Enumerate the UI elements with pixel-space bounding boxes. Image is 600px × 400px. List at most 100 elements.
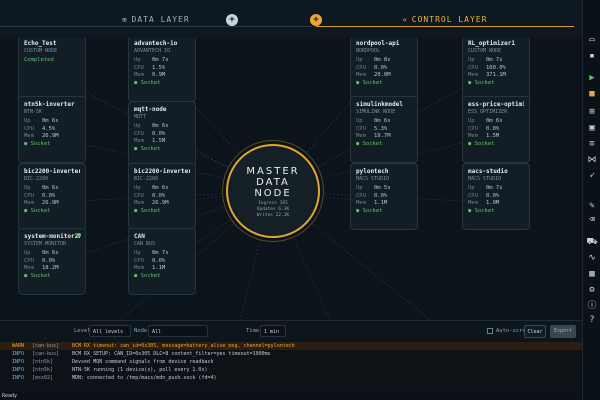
node-name: CAN xyxy=(134,233,145,240)
node-mem: 19.7M xyxy=(374,133,391,139)
vehicle-icon[interactable]: ⛟ xyxy=(586,236,598,248)
cpu-label: CPU xyxy=(24,192,34,199)
tab-data-layer[interactable]: ⊞ DATA LAYER xyxy=(0,13,312,27)
node-name: advantech-io xyxy=(134,40,178,47)
node-uptime: 0m 6s xyxy=(374,118,391,124)
node-type: CAN BUS xyxy=(134,240,156,247)
node-cpu: 0.0% xyxy=(374,192,388,199)
rocket-icon[interactable]: ➶ xyxy=(586,170,598,182)
node-can[interactable]: CAN CAN BUS Up 0m 7s CPU 0.0% Mem 1.1M ● So… xyxy=(128,228,196,295)
chip-icon[interactable]: ▣ xyxy=(586,122,598,134)
node-type: CUSTOM NODE xyxy=(24,47,58,54)
node-cpu: 0.0% xyxy=(152,192,166,199)
node-echo-test[interactable]: Echo_Test CUSTOM NODE Completed xyxy=(18,38,86,102)
edit-icon[interactable]: ✎ xyxy=(586,200,598,212)
tool-sidebar: ▭ ▪ ▶ ■ ⊞ ▣ ≡ ⋈ ➶ ✎ ⌫ ⛟ ∿ ▦ ⚙ ⓘ ? xyxy=(582,0,600,400)
socket-label: Socket xyxy=(474,140,495,147)
node-uptime: 0m 7s xyxy=(486,185,503,191)
node-type: BIC-2200 xyxy=(24,175,49,182)
up-label: Up xyxy=(468,185,475,191)
up-label: Up xyxy=(134,123,141,129)
node-uptime: 0m 6s xyxy=(42,118,59,124)
up-label: Up xyxy=(468,118,475,124)
nodes-icon[interactable]: ⊞ xyxy=(586,106,598,118)
socket-status: ● Socket xyxy=(134,272,161,279)
node-system-monitor2344[interactable]: system-monitor2344 SYSTEM MONITOR Up 0m 6… xyxy=(18,228,86,295)
cpu-label: CPU xyxy=(356,125,366,132)
time-select[interactable]: 1 min xyxy=(260,325,286,337)
log-message: BCM RX_SETUP: CAN_ID=0x305 DLC=8 content… xyxy=(72,351,271,357)
help-icon[interactable]: ? xyxy=(586,314,598,326)
node-cpu: 5.3% xyxy=(374,125,388,132)
up-label: Up xyxy=(468,57,475,63)
mem-label: Mem xyxy=(24,133,34,139)
status-bar: Ready xyxy=(0,392,600,400)
tab-control-layer[interactable]: « CONTROL LAYER xyxy=(316,13,574,27)
stop-icon[interactable]: ■ xyxy=(586,88,598,100)
node-select[interactable]: All xyxy=(148,325,208,337)
online-indicator xyxy=(77,233,81,237)
node-mem: 18.2M xyxy=(42,265,59,271)
node-macs-studio[interactable]: macs-studio MACS STUDIO Up 0m 7s CPU 0.0% … xyxy=(462,163,530,230)
log-row: INFO [ess02] MDN: connected to /tmp/macs… xyxy=(0,374,582,382)
node-mem: 0.9M xyxy=(152,72,166,78)
node-type: NORDPOOL xyxy=(356,47,381,54)
autoscroll-checkbox[interactable] xyxy=(487,328,493,334)
socket-label: Socket xyxy=(362,79,383,86)
node-bic2200-inverter1[interactable]: bic2200-inverter1 BIC-2200 Up 0m 6s CPU 0.… xyxy=(128,163,196,230)
log-panel[interactable]: WARN [can-bus] BCM RX timeout: can_id=0x… xyxy=(0,342,582,392)
save-icon[interactable]: ▪ xyxy=(586,50,598,62)
node-uptime: 0m 6s xyxy=(42,250,59,256)
export-logs-button[interactable]: Export xyxy=(550,325,576,338)
add-data-node-button[interactable]: + xyxy=(226,14,238,26)
grid-icon[interactable]: ▦ xyxy=(586,268,598,280)
node-type: ADVANTECH IO xyxy=(134,47,171,54)
settings-icon[interactable]: ⚙ xyxy=(586,284,598,296)
cpu-label: CPU xyxy=(468,125,478,132)
socket-label: Socket xyxy=(474,207,495,214)
node-simulinkmodel[interactable]: simulinkmodel SIMULINK NODE Up 0m 6s CPU 5… xyxy=(350,96,418,163)
log-source: [can-bus] xyxy=(32,343,60,349)
node-uptime: 0m 7s xyxy=(152,250,169,256)
layers-icon[interactable]: ≡ xyxy=(586,138,598,150)
up-label: Up xyxy=(24,118,31,124)
node-nordpool-api[interactable]: nordpool-api NORDPOOL Up 0m 8s CPU 0.0% Me… xyxy=(350,38,418,102)
folder-open-icon[interactable]: ▭ xyxy=(586,34,598,46)
node-ntn5k-inverter[interactable]: ntn5k-inverter NTN-5K Up 0m 6s CPU 4.5% Me… xyxy=(18,96,86,163)
node-cpu: 0.0% xyxy=(42,192,56,199)
socket-status: ● Socket xyxy=(24,207,51,214)
socket-label: Socket xyxy=(140,145,161,152)
node-ess-price-optimizer[interactable]: ess-price-optimizer ESS OPTIMIZER Up 0m 6… xyxy=(462,96,530,163)
node-name: system-monitor2344 xyxy=(24,233,80,240)
cpu-label: CPU xyxy=(134,257,144,264)
node-cpu: 0.0% xyxy=(42,257,56,264)
log-source: [ntn5k] xyxy=(32,367,54,373)
node-name: ntn5k-inverter xyxy=(24,101,75,108)
clear-logs-button[interactable]: Clear xyxy=(524,325,546,338)
level-select[interactable]: All levels xyxy=(89,325,131,337)
control-layer-label: CONTROL LAYER xyxy=(411,15,488,24)
node-mqtt-node[interactable]: mqtt-node MQTT Up 0m 6s CPU 0.0% Mem 1.5M ●… xyxy=(128,101,196,168)
log-level: INFO xyxy=(12,351,25,357)
socket-label: Socket xyxy=(474,79,495,86)
trash-icon[interactable]: ⌫ xyxy=(586,214,598,226)
node-name: bic2200-inverter1 xyxy=(134,168,190,175)
node-bic2200-inverter[interactable]: bic2200-inverter BIC-2200 Up 0m 6s CPU 0.0… xyxy=(18,163,86,230)
log-level: INFO xyxy=(12,359,25,365)
network-icon[interactable]: ⋈ xyxy=(586,154,598,166)
node-type: NTN-5K xyxy=(24,108,43,115)
node-canvas[interactable]: Echo_Test CUSTOM NODE Completed advantec… xyxy=(0,38,582,320)
run-icon[interactable]: ▶ xyxy=(586,72,598,84)
up-label: Up xyxy=(24,185,31,191)
node-type: MACS STUDIO xyxy=(356,175,390,182)
mem-label: Mem xyxy=(468,72,478,78)
mem-label: Mem xyxy=(24,265,34,271)
chart-icon[interactable]: ∿ xyxy=(586,252,598,264)
up-label: Up xyxy=(134,250,141,256)
socket-label: Socket xyxy=(30,140,51,147)
node-rl-optimizer1[interactable]: RL_optimizer1 CUSTOM NODE Up 0m 7s CPU 100… xyxy=(462,38,530,102)
master-data-node[interactable]: MASTER DATA NODE Ingress 365 Updates 6.3… xyxy=(226,144,320,238)
info-icon[interactable]: ⓘ xyxy=(586,300,598,312)
node-pylontech[interactable]: pylontech MACS STUDIO Up 0m 5s CPU 0.0% Me… xyxy=(350,163,418,230)
node-advantech-io[interactable]: advantech-io ADVANTECH IO Up 0m 7s CPU 1.5… xyxy=(128,38,196,102)
